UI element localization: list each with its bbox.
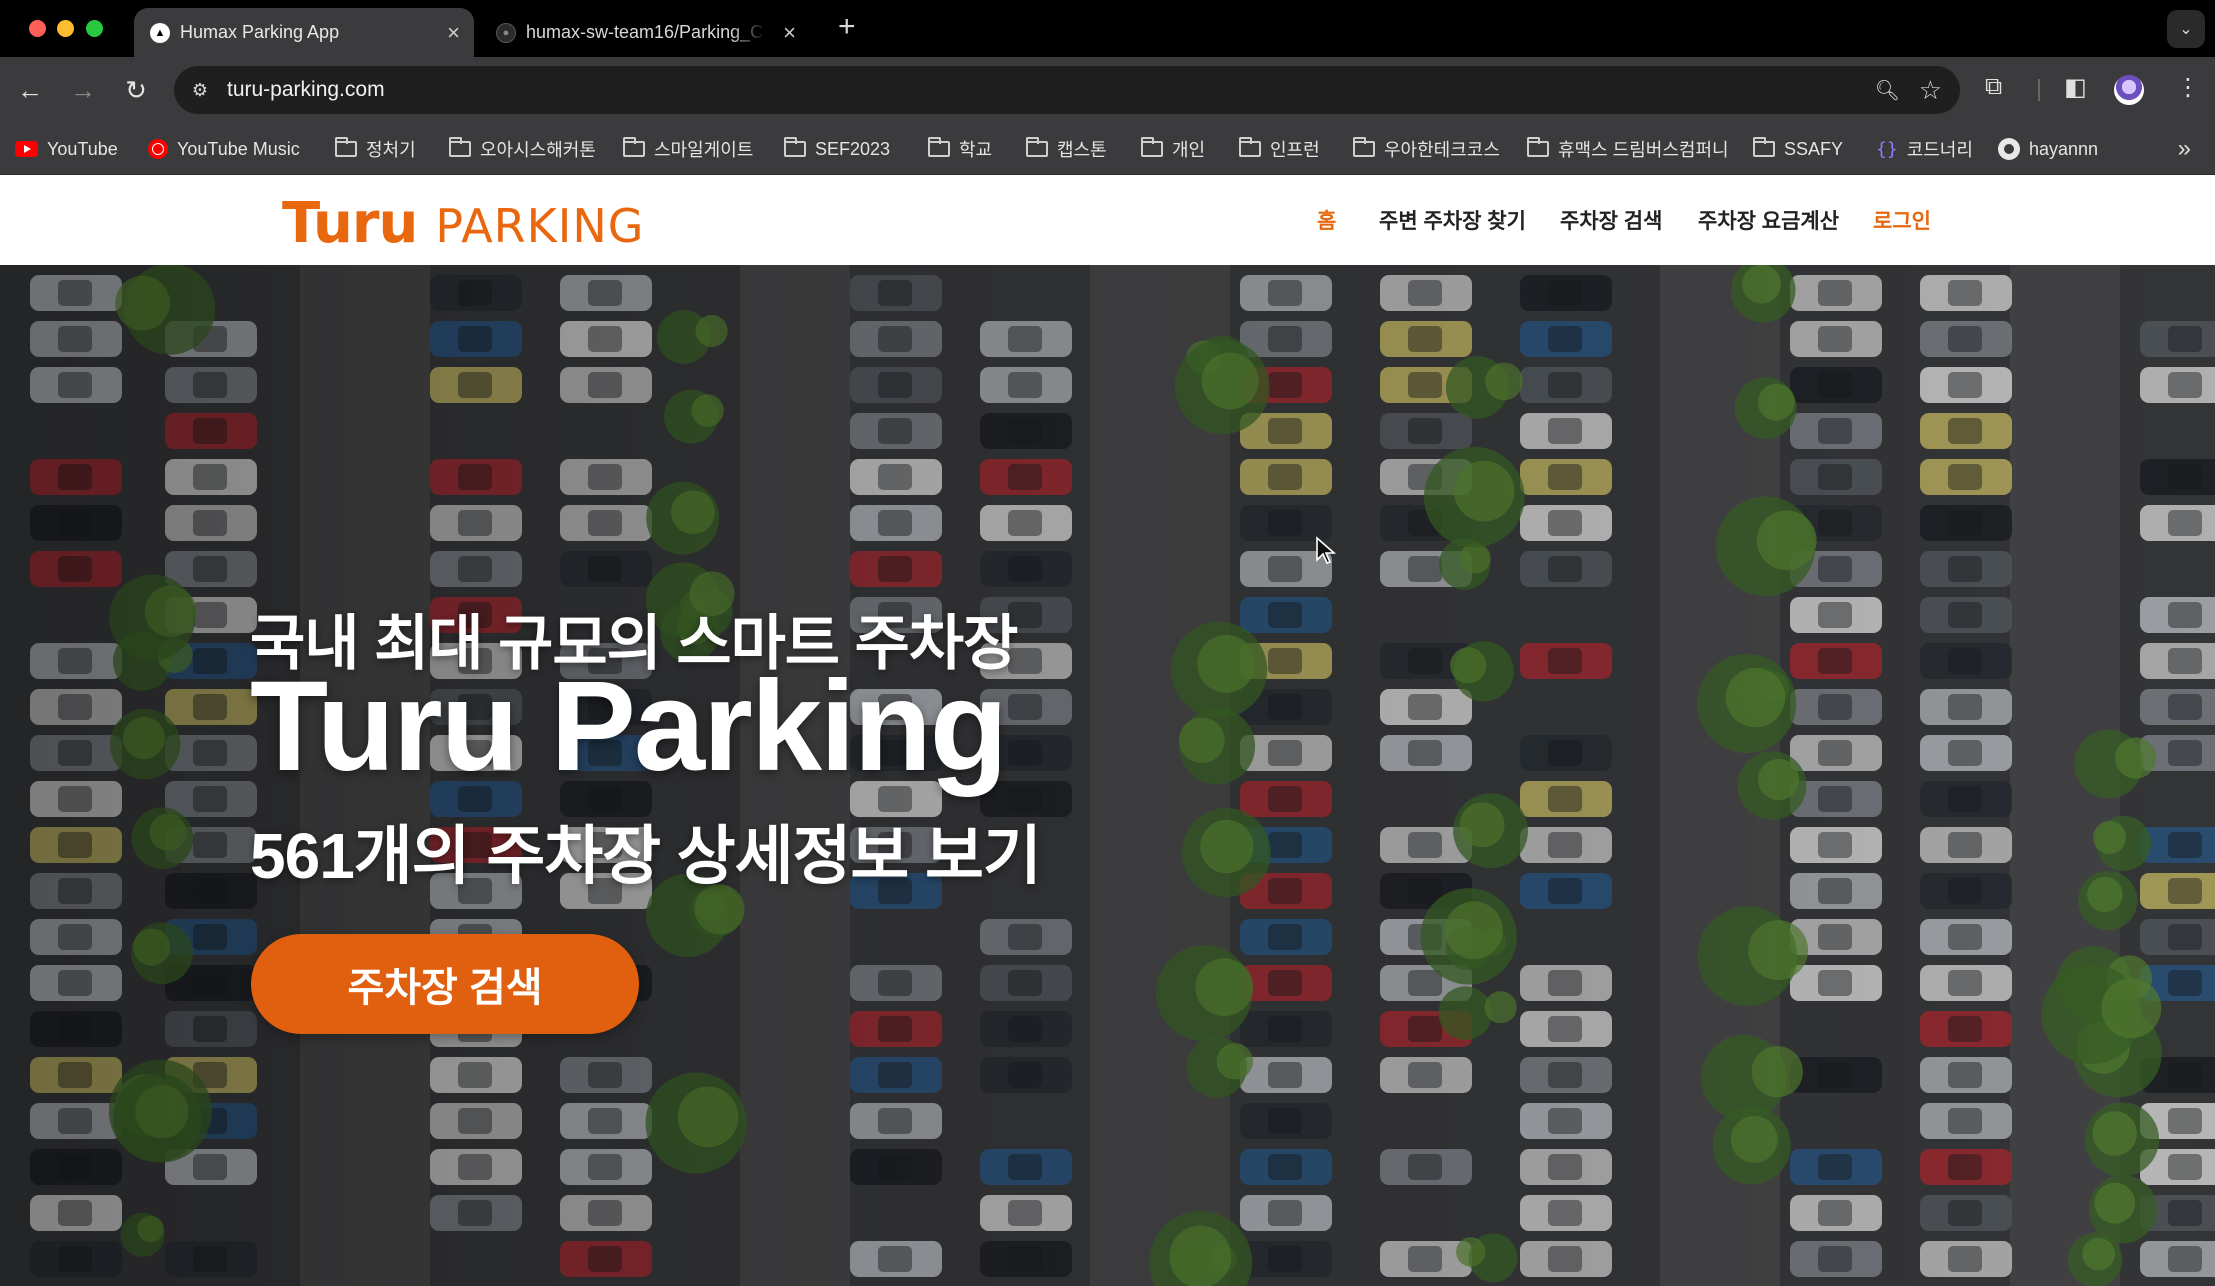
reload-icon[interactable]: ↻	[118, 72, 154, 108]
tab-close-icon[interactable]: ×	[783, 21, 796, 44]
tab-github-repo[interactable]: ● humax-sw-team16/Parking_C ×	[480, 8, 810, 57]
folder-icon	[623, 137, 645, 157]
bookmark-folder-personal[interactable]: 개인	[1141, 123, 1205, 175]
extensions-puzzle-icon[interactable]: ⧉	[1985, 73, 2002, 101]
tab-humax-parking-app[interactable]: ▲ Humax Parking App ×	[134, 8, 474, 57]
bookmark-label: 코드너리	[1906, 140, 1973, 160]
bookmarks-overflow-chevron-icon[interactable]: »	[2178, 135, 2191, 163]
nav-login-link[interactable]: 로그인	[1873, 175, 1931, 265]
site-header: Turu PARKING 홈 주변 주차장 찾기 주차장 검색 주차장 요금계산…	[0, 175, 2215, 265]
hero-title: Turu Parking	[250, 655, 1008, 798]
bookmark-label: 학교	[959, 140, 993, 160]
forward-arrow-icon[interactable]: →	[65, 72, 101, 108]
tab-close-icon[interactable]: ×	[447, 21, 460, 44]
bookmark-label: 오아시스해커톤	[480, 140, 596, 160]
bookmark-folder-school[interactable]: 학교	[928, 123, 992, 175]
address-bar[interactable]: ⚙ turu-parking.com 🔍︎ ☆	[174, 66, 1960, 114]
bookmark-folder-jeongcheogi[interactable]: 정처기	[335, 123, 416, 175]
folder-icon	[784, 137, 806, 157]
toolbar-divider	[2038, 79, 2040, 101]
zoom-icon[interactable]: 🔍︎	[1875, 78, 1900, 103]
bookmark-label: SEF2023	[815, 138, 891, 159]
window-minimize-button[interactable]	[57, 20, 74, 37]
bookmark-folder-smilegate[interactable]: 스마일게이트	[623, 123, 753, 175]
hero-section: 국내 최대 규모의 스마트 주차장 Turu Parking 561개의 주차장…	[0, 265, 2215, 1286]
folder-icon	[1026, 137, 1048, 157]
browser-tab-strip: ▲ Humax Parking App × ● humax-sw-team16/…	[0, 0, 2215, 57]
bookmark-folder-sef2023[interactable]: SEF2023	[784, 123, 890, 175]
bookmark-codenary[interactable]: {} 코드너리	[1876, 123, 1973, 175]
site-favicon-icon: ▲	[150, 22, 170, 43]
youtube-icon	[15, 141, 38, 157]
profile-avatar[interactable]	[2114, 75, 2144, 105]
folder-icon	[1239, 137, 1261, 157]
new-tab-button[interactable]: +	[838, 12, 856, 42]
logo-word: PARKING	[435, 199, 645, 253]
bookmark-label: 인프런	[1270, 140, 1320, 160]
folder-icon	[928, 137, 950, 157]
bookmark-folder-humax-dreambus[interactable]: 휴맥스 드림버스컴퍼니	[1527, 123, 1729, 175]
turu-parking-logo[interactable]: Turu PARKING	[282, 191, 645, 256]
url-text[interactable]: turu-parking.com	[227, 78, 385, 102]
parking-search-button[interactable]: 주차장 검색	[251, 934, 639, 1034]
folder-icon	[335, 137, 357, 157]
back-arrow-icon[interactable]: ←	[12, 72, 48, 108]
bookmark-folder-inflearn[interactable]: 인프런	[1239, 123, 1320, 175]
bookmark-label: 캡스톤	[1057, 140, 1107, 160]
nav-parking-search-link[interactable]: 주차장 검색	[1560, 175, 1662, 265]
bookmark-youtube[interactable]: YouTube	[15, 123, 118, 175]
tab-search-dropdown-icon[interactable]: ⌄	[2167, 10, 2205, 48]
bookmark-folder-woowa-techcourse[interactable]: 우아한테크코스	[1353, 123, 1500, 175]
bookmark-github-hayannn[interactable]: hayannn	[1998, 123, 2098, 175]
bookmarks-bar: YouTube YouTube Music 정처기 오아시스해커톤 스마일게이트…	[0, 123, 2215, 175]
youtube-music-icon	[148, 139, 168, 159]
code-brackets-icon: {}	[1876, 138, 1898, 160]
tab-title: Humax Parking App	[180, 22, 340, 42]
nav-home-link[interactable]: 홈	[1317, 175, 1336, 265]
window-close-button[interactable]	[29, 20, 46, 37]
bookmark-label: 정처기	[366, 140, 416, 160]
bookmark-label: 개인	[1172, 140, 1206, 160]
bookmark-label: SSAFY	[1784, 138, 1844, 159]
github-favicon-icon: ●	[496, 22, 516, 43]
nav-fee-calculator-link[interactable]: 주차장 요금계산	[1698, 175, 1839, 265]
github-icon	[1998, 138, 2020, 160]
bookmark-star-icon[interactable]: ☆	[1919, 75, 1942, 106]
bookmark-folder-capstone[interactable]: 캡스톤	[1026, 123, 1107, 175]
browser-menu-icon[interactable]: ⋮	[2176, 73, 2200, 102]
browser-toolbar: ← → ↻ ⚙ turu-parking.com 🔍︎ ☆ ⧉ ◧ ⋮	[0, 57, 2215, 123]
bookmark-label: 우아한테크코스	[1384, 140, 1500, 160]
web-page: Turu PARKING 홈 주변 주차장 찾기 주차장 검색 주차장 요금계산…	[0, 175, 2215, 1286]
side-panel-icon[interactable]: ◧	[2064, 73, 2087, 102]
mouse-pointer-icon	[1316, 536, 1337, 564]
tab-title: humax-sw-team16/Parking_C	[526, 22, 764, 42]
folder-icon	[449, 137, 471, 157]
folder-icon	[1353, 137, 1375, 157]
bookmark-label: YouTube	[47, 138, 118, 159]
bookmark-folder-ssafy[interactable]: SSAFY	[1753, 123, 1843, 175]
logo-mark: Turu	[282, 191, 418, 256]
folder-icon	[1527, 137, 1549, 157]
bookmark-label: 휴맥스 드림버스컴퍼니	[1558, 140, 1729, 160]
hero-count-text: 561개의 주차장 상세정보 보기	[250, 820, 1042, 892]
bookmark-label: 스마일게이트	[654, 140, 754, 160]
bookmark-label: YouTube Music	[177, 138, 300, 159]
folder-icon	[1141, 137, 1163, 157]
bookmark-youtube-music[interactable]: YouTube Music	[148, 123, 300, 175]
bookmark-label: hayannn	[2029, 138, 2099, 159]
bookmark-folder-oasis-hackathon[interactable]: 오아시스해커톤	[449, 123, 596, 175]
window-maximize-button[interactable]	[86, 20, 103, 37]
nav-nearby-parking-link[interactable]: 주변 주차장 찾기	[1379, 175, 1526, 265]
site-info-icon[interactable]: ⚙	[188, 78, 212, 102]
folder-icon	[1753, 137, 1775, 157]
